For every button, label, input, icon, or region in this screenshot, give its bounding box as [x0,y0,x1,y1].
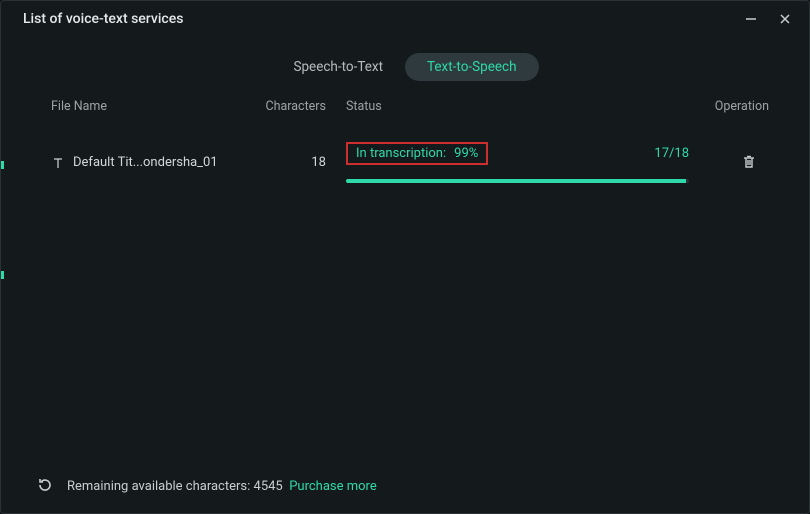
characters-cell: 18 [256,155,346,170]
operation-cell [689,154,759,172]
minimize-button[interactable] [743,11,759,27]
progress-track [346,179,689,183]
refresh-button[interactable] [37,477,55,495]
remaining-value: 4545 [254,479,283,494]
file-cell: Default Tit...ondersha_01 [51,155,256,170]
rows-container: Default Tit...ondersha_01 18 In transcri… [1,124,809,465]
column-headers: File Name Characters Status Operation [1,81,809,124]
file-name-text: Default Tit...ondersha_01 [73,155,218,170]
header-characters: Characters [256,99,346,114]
header-status: Status [346,99,699,114]
titlebar: List of voice-text services [1,1,809,33]
close-button[interactable] [777,11,793,27]
tab-group: Speech-to-Text Text-to-Speech [271,53,538,81]
purchase-more-link[interactable]: Purchase more [289,479,377,494]
tab-speech-to-text[interactable]: Speech-to-Text [271,53,405,81]
trash-icon [741,154,757,170]
tab-text-to-speech[interactable]: Text-to-Speech [405,53,539,81]
minimize-icon [744,12,758,26]
status-highlight-box: In transcription: 99% [346,142,488,165]
status-text-row: In transcription: 99% 17/18 [346,142,689,165]
status-cell: In transcription: 99% 17/18 [346,142,689,183]
window-title: List of voice-text services [23,11,183,27]
close-icon [778,12,792,26]
remaining-characters: Remaining available characters: 4545 Pur… [67,479,377,494]
window-controls [743,11,793,27]
progress-bar [346,179,686,183]
header-file-name: File Name [51,99,256,114]
progress-ratio: 17/18 [654,146,689,161]
status-percent: 99% [454,146,478,161]
text-file-icon [51,156,65,170]
table-row: Default Tit...ondersha_01 18 In transcri… [41,124,769,193]
footer: Remaining available characters: 4545 Pur… [1,465,809,513]
voice-text-services-dialog: List of voice-text services Speech-to-Te… [0,0,810,514]
delete-button[interactable] [741,154,759,172]
status-label: In transcription: [356,146,446,161]
header-operation: Operation [699,99,769,114]
remaining-prefix: Remaining available characters: [67,479,254,494]
refresh-icon [37,477,53,493]
tab-bar: Speech-to-Text Text-to-Speech [1,53,809,81]
